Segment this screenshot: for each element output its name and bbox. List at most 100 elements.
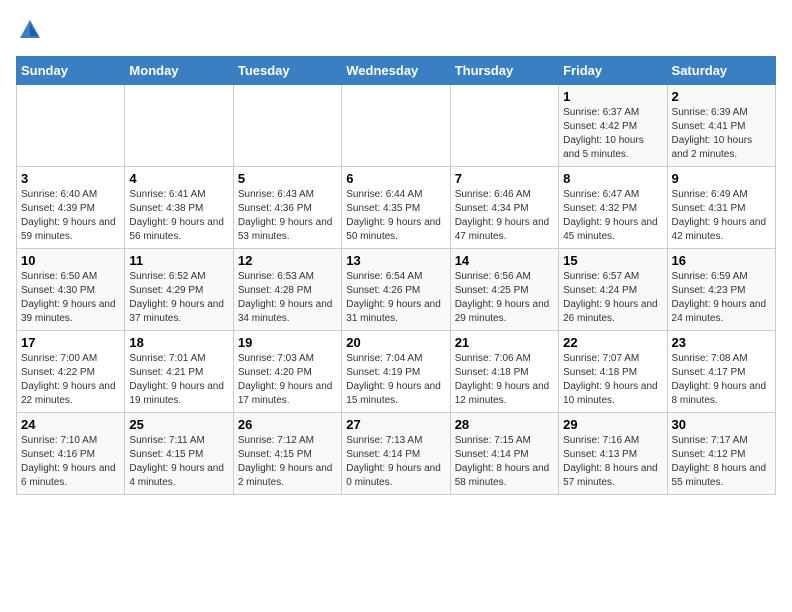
day-info: Sunrise: 6:56 AM Sunset: 4:25 PM Dayligh… — [455, 270, 554, 326]
day-cell — [450, 85, 558, 167]
day-number: 4 — [129, 171, 228, 186]
day-number: 13 — [346, 253, 445, 268]
day-cell: 5 Sunrise: 6:43 AM Sunset: 4:36 PM Daylig… — [233, 167, 341, 249]
day-cell: 15Sunrise: 6:57 AM Sunset: 4:24 PM Dayli… — [559, 249, 667, 331]
day-info: Sunrise: 6:59 AM Sunset: 4:23 PM Dayligh… — [672, 270, 771, 326]
day-number: 27 — [346, 417, 445, 432]
day-info: Sunrise: 7:10 AM Sunset: 4:16 PM Dayligh… — [21, 434, 120, 490]
day-info: Sunrise: 7:12 AM Sunset: 4:15 PM Dayligh… — [238, 434, 337, 490]
col-header-thursday: Thursday — [450, 57, 558, 85]
day-cell: 8 Sunrise: 6:47 AM Sunset: 4:32 PM Daylig… — [559, 167, 667, 249]
day-number: 8 — [563, 171, 662, 186]
day-info: Sunrise: 7:16 AM Sunset: 4:13 PM Dayligh… — [563, 434, 662, 490]
day-number: 9 — [672, 171, 771, 186]
day-number: 14 — [455, 253, 554, 268]
day-info: Sunrise: 7:04 AM Sunset: 4:19 PM Dayligh… — [346, 352, 445, 408]
day-info: Sunrise: 6:57 AM Sunset: 4:24 PM Dayligh… — [563, 270, 662, 326]
col-header-friday: Friday — [559, 57, 667, 85]
col-header-saturday: Saturday — [667, 57, 775, 85]
header — [16, 16, 776, 44]
day-cell: 30 Sunrise: 7:17 AM Sunset: 4:12 PM Dayli… — [667, 413, 775, 495]
day-cell: 24 Sunrise: 7:10 AM Sunset: 4:16 PM Dayli… — [17, 413, 125, 495]
day-cell: 9 Sunrise: 6:49 AM Sunset: 4:31 PM Daylig… — [667, 167, 775, 249]
logo — [16, 16, 48, 44]
day-number: 18 — [129, 335, 228, 350]
day-cell: 19 Sunrise: 7:03 AM Sunset: 4:20 PM Dayli… — [233, 331, 341, 413]
day-info: Sunrise: 7:11 AM Sunset: 4:15 PM Dayligh… — [129, 434, 228, 490]
day-cell — [125, 85, 233, 167]
day-number: 24 — [21, 417, 120, 432]
day-number: 29 — [563, 417, 662, 432]
day-cell: 21Sunrise: 7:06 AM Sunset: 4:18 PM Dayli… — [450, 331, 558, 413]
day-number: 10 — [21, 253, 120, 268]
day-info: Sunrise: 7:03 AM Sunset: 4:20 PM Dayligh… — [238, 352, 337, 408]
day-info: Sunrise: 6:43 AM Sunset: 4:36 PM Dayligh… — [238, 188, 337, 244]
day-cell: 7 Sunrise: 6:46 AM Sunset: 4:34 PM Daylig… — [450, 167, 558, 249]
day-cell: 11Sunrise: 6:52 AM Sunset: 4:29 PM Dayli… — [125, 249, 233, 331]
day-number: 16 — [672, 253, 771, 268]
col-header-sunday: Sunday — [17, 57, 125, 85]
day-info: Sunrise: 6:37 AM Sunset: 4:42 PM Dayligh… — [563, 106, 662, 162]
day-number: 3 — [21, 171, 120, 186]
day-info: Sunrise: 7:06 AM Sunset: 4:18 PM Dayligh… — [455, 352, 554, 408]
week-row-4: 24 Sunrise: 7:10 AM Sunset: 4:16 PM Dayli… — [17, 413, 776, 495]
day-cell: 26 Sunrise: 7:12 AM Sunset: 4:15 PM Dayli… — [233, 413, 341, 495]
calendar-table: SundayMondayTuesdayWednesdayThursdayFrid… — [16, 56, 776, 495]
day-cell: 28 Sunrise: 7:15 AM Sunset: 4:14 PM Dayli… — [450, 413, 558, 495]
day-info: Sunrise: 6:52 AM Sunset: 4:29 PM Dayligh… — [129, 270, 228, 326]
day-cell: 3 Sunrise: 6:40 AM Sunset: 4:39 PM Daylig… — [17, 167, 125, 249]
day-number: 23 — [672, 335, 771, 350]
day-info: Sunrise: 7:01 AM Sunset: 4:21 PM Dayligh… — [129, 352, 228, 408]
logo-icon — [16, 16, 44, 44]
day-number: 7 — [455, 171, 554, 186]
day-number: 17 — [21, 335, 120, 350]
day-cell: 10Sunrise: 6:50 AM Sunset: 4:30 PM Dayli… — [17, 249, 125, 331]
col-header-tuesday: Tuesday — [233, 57, 341, 85]
day-cell: 29 Sunrise: 7:16 AM Sunset: 4:13 PM Dayli… — [559, 413, 667, 495]
day-info: Sunrise: 6:46 AM Sunset: 4:34 PM Dayligh… — [455, 188, 554, 244]
day-number: 19 — [238, 335, 337, 350]
day-cell: 20 Sunrise: 7:04 AM Sunset: 4:19 PM Dayli… — [342, 331, 450, 413]
week-row-1: 3 Sunrise: 6:40 AM Sunset: 4:39 PM Daylig… — [17, 167, 776, 249]
day-cell: 27 Sunrise: 7:13 AM Sunset: 4:14 PM Dayli… — [342, 413, 450, 495]
day-number: 6 — [346, 171, 445, 186]
day-cell — [342, 85, 450, 167]
col-header-wednesday: Wednesday — [342, 57, 450, 85]
day-cell: 23Sunrise: 7:08 AM Sunset: 4:17 PM Dayli… — [667, 331, 775, 413]
day-number: 28 — [455, 417, 554, 432]
day-info: Sunrise: 6:40 AM Sunset: 4:39 PM Dayligh… — [21, 188, 120, 244]
day-cell: 1 Sunrise: 6:37 AM Sunset: 4:42 PM Daylig… — [559, 85, 667, 167]
day-cell: 12Sunrise: 6:53 AM Sunset: 4:28 PM Dayli… — [233, 249, 341, 331]
day-cell: 6 Sunrise: 6:44 AM Sunset: 4:35 PM Daylig… — [342, 167, 450, 249]
week-row-3: 17 Sunrise: 7:00 AM Sunset: 4:22 PM Dayli… — [17, 331, 776, 413]
day-info: Sunrise: 7:00 AM Sunset: 4:22 PM Dayligh… — [21, 352, 120, 408]
day-info: Sunrise: 7:07 AM Sunset: 4:18 PM Dayligh… — [563, 352, 662, 408]
day-number: 5 — [238, 171, 337, 186]
day-number: 1 — [563, 89, 662, 104]
day-cell: 22 Sunrise: 7:07 AM Sunset: 4:18 PM Dayli… — [559, 331, 667, 413]
day-info: Sunrise: 6:44 AM Sunset: 4:35 PM Dayligh… — [346, 188, 445, 244]
day-info: Sunrise: 7:15 AM Sunset: 4:14 PM Dayligh… — [455, 434, 554, 490]
day-cell: 2Sunrise: 6:39 AM Sunset: 4:41 PM Daylig… — [667, 85, 775, 167]
day-cell: 18 Sunrise: 7:01 AM Sunset: 4:21 PM Dayli… — [125, 331, 233, 413]
day-cell — [17, 85, 125, 167]
col-header-monday: Monday — [125, 57, 233, 85]
day-info: Sunrise: 6:41 AM Sunset: 4:38 PM Dayligh… — [129, 188, 228, 244]
header-row: SundayMondayTuesdayWednesdayThursdayFrid… — [17, 57, 776, 85]
day-cell — [233, 85, 341, 167]
day-info: Sunrise: 6:49 AM Sunset: 4:31 PM Dayligh… — [672, 188, 771, 244]
day-info: Sunrise: 6:53 AM Sunset: 4:28 PM Dayligh… — [238, 270, 337, 326]
day-info: Sunrise: 6:54 AM Sunset: 4:26 PM Dayligh… — [346, 270, 445, 326]
day-cell: 17 Sunrise: 7:00 AM Sunset: 4:22 PM Dayli… — [17, 331, 125, 413]
day-cell: 25 Sunrise: 7:11 AM Sunset: 4:15 PM Dayli… — [125, 413, 233, 495]
day-number: 20 — [346, 335, 445, 350]
day-number: 2 — [672, 89, 771, 104]
day-number: 26 — [238, 417, 337, 432]
day-info: Sunrise: 6:47 AM Sunset: 4:32 PM Dayligh… — [563, 188, 662, 244]
day-number: 25 — [129, 417, 228, 432]
day-number: 30 — [672, 417, 771, 432]
day-info: Sunrise: 7:13 AM Sunset: 4:14 PM Dayligh… — [346, 434, 445, 490]
day-cell: 4 Sunrise: 6:41 AM Sunset: 4:38 PM Daylig… — [125, 167, 233, 249]
day-info: Sunrise: 7:17 AM Sunset: 4:12 PM Dayligh… — [672, 434, 771, 490]
day-number: 22 — [563, 335, 662, 350]
